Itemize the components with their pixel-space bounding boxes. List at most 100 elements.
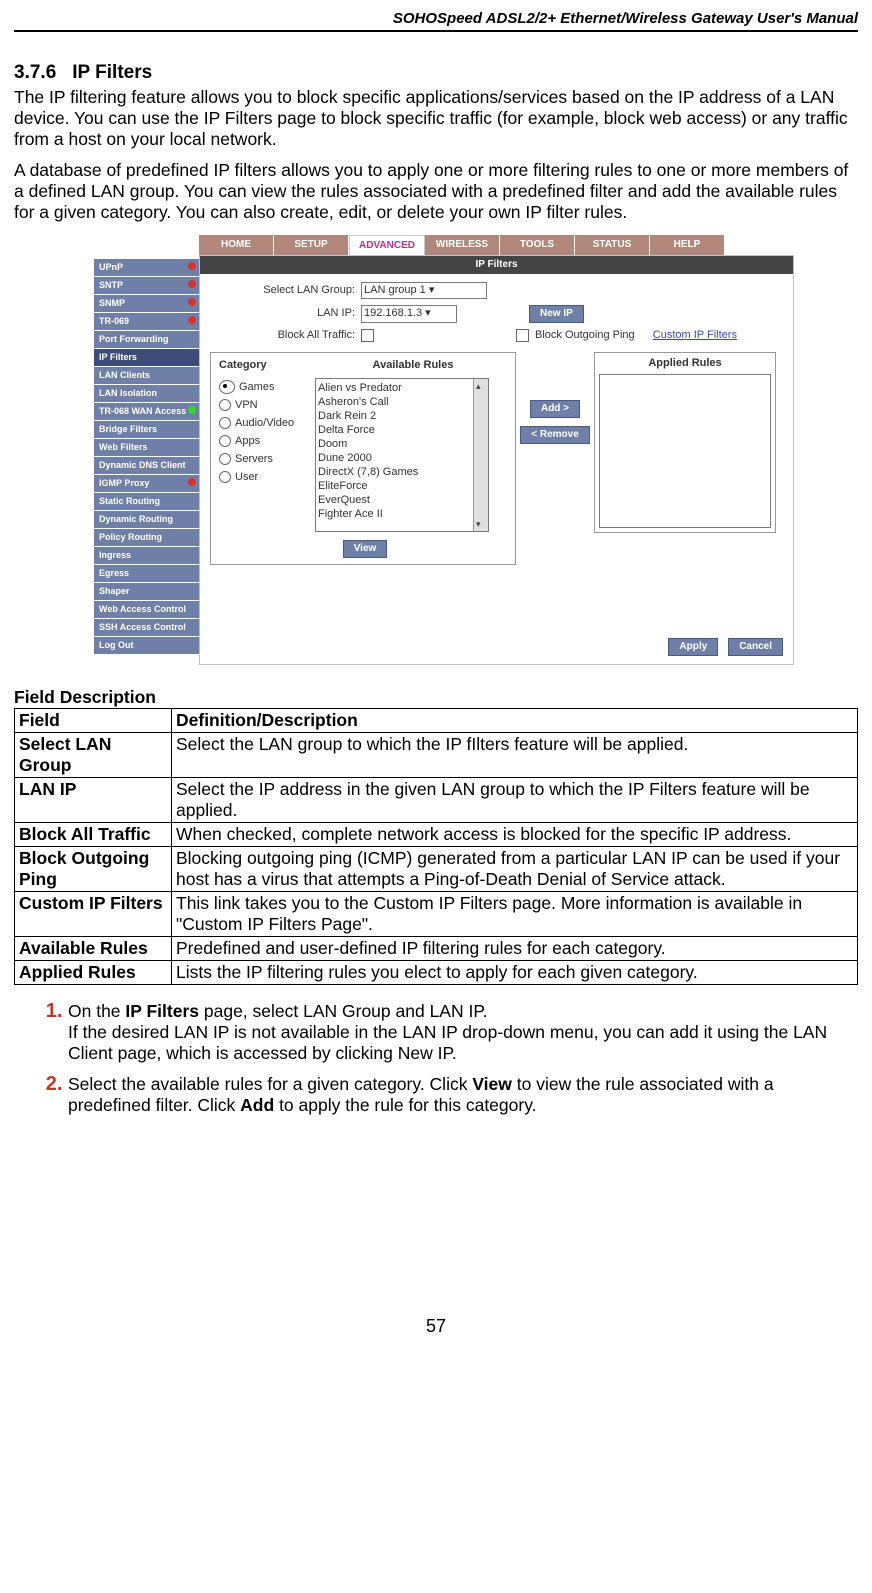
intro-paragraph-1: The IP filtering feature allows you to b… [14,87,858,150]
scrollbar[interactable] [473,379,488,531]
view-button[interactable]: View [343,540,388,558]
list-item[interactable]: DirectX (7,8) Games [318,465,486,479]
apply-button[interactable]: Apply [668,638,718,656]
table-row: Select LAN GroupSelect the LAN group to … [15,732,858,777]
tab-advanced[interactable]: ADVANCED [349,235,425,255]
status-dot-icon [188,298,196,306]
sidebar-item-ingress[interactable]: Ingress [94,547,199,565]
tab-status[interactable]: STATUS [575,235,650,255]
list-item[interactable]: Dark Rein 2 [318,409,486,423]
table-row: Block All TrafficWhen checked, complete … [15,822,858,846]
radio-icon [219,471,231,483]
category-user[interactable]: User [219,468,311,486]
category-apps[interactable]: Apps [219,432,311,450]
sidebar-item-snmp[interactable]: SNMP [94,295,199,313]
status-dot-icon [188,262,196,270]
custom-ip-filters-link[interactable]: Custom IP Filters [653,329,737,342]
table-row: Available RulesPredefined and user-defin… [15,936,858,960]
block-outgoing-checkbox[interactable] [516,329,529,342]
panel-title: IP Filters [200,256,793,274]
list-item[interactable]: EliteForce [318,479,486,493]
category-header: Category [219,359,315,372]
add-button[interactable]: Add > [530,400,580,418]
step-1: On the IP Filters page, select LAN Group… [68,999,858,1064]
table-row: Block Outgoing PingBlocking outgoing pin… [15,846,858,891]
sidebar-item-egress[interactable]: Egress [94,565,199,583]
category-av[interactable]: Audio/Video [219,414,311,432]
radio-icon [219,453,231,465]
sidebar-item-tr068[interactable]: TR-068 WAN Access [94,403,199,421]
sidebar-item-upnp[interactable]: UPnP [94,259,199,277]
sidebar-item-ssh-access[interactable]: SSH Access Control [94,619,199,637]
block-all-label: Block All Traffic: [210,329,355,342]
remove-button[interactable]: < Remove [520,426,590,444]
tab-wireless[interactable]: WIRELESS [425,235,500,255]
status-dot-icon [188,280,196,288]
tab-home[interactable]: HOME [199,235,274,255]
section-title: 3.7.6 IP Filters [14,62,858,85]
block-outgoing-label: Block Outgoing Ping [535,329,635,342]
applied-rules-list[interactable] [599,374,771,528]
sidebar-item-lan-clients[interactable]: LAN Clients [94,367,199,385]
sidebar-item-logout[interactable]: Log Out [94,637,199,655]
main-panel: IP Filters Select LAN Group: LAN group 1… [199,255,794,665]
sidebar-item-ddns[interactable]: Dynamic DNS Client [94,457,199,475]
available-header: Available Rules [315,359,511,372]
th-field: Field [15,708,172,732]
list-item[interactable]: Dune 2000 [318,451,486,465]
sidebar-item-igmp[interactable]: IGMP Proxy [94,475,199,493]
select-lan-group-dropdown[interactable]: LAN group 1 ▾ [361,282,487,299]
list-item[interactable]: Fighter Ace II [318,507,486,521]
field-description-title: Field Description [14,687,858,708]
radio-icon [219,399,231,411]
ui-screenshot: HOME SETUP ADVANCED WIRELESS TOOLS STATU… [94,235,794,665]
list-item[interactable]: Doom [318,437,486,451]
category-vpn[interactable]: VPN [219,396,311,414]
sidebar-item-lan-isolation[interactable]: LAN Isolation [94,385,199,403]
new-ip-button[interactable]: New IP [529,305,584,323]
lan-ip-label: LAN IP: [210,307,355,320]
sidebar-item-dynamic-routing[interactable]: Dynamic Routing [94,511,199,529]
list-item[interactable]: EverQuest [318,493,486,507]
tab-help[interactable]: HELP [650,235,725,255]
available-rules-list[interactable]: Alien vs Predator Asheron's Call Dark Re… [315,378,489,532]
status-dot-icon [188,316,196,324]
page-number: 57 [14,1316,858,1338]
sidebar-item-bridge-filters[interactable]: Bridge Filters [94,421,199,439]
status-dot-icon [188,406,196,414]
table-row: Applied RulesLists the IP filtering rule… [15,960,858,984]
category-list: Games VPN Audio/Video Apps Servers User [219,378,311,532]
sidebar: UPnP SNTP SNMP TR-069 Port Forwarding IP… [94,259,199,665]
list-item[interactable]: Alien vs Predator [318,381,486,395]
category-games[interactable]: Games [219,378,311,396]
steps-list: On the IP Filters page, select LAN Group… [14,999,858,1116]
lan-ip-dropdown[interactable]: 192.168.1.3 ▾ [361,305,457,322]
block-all-checkbox[interactable] [361,329,374,342]
applied-rules-group: Applied Rules [594,352,776,533]
sidebar-item-policy-routing[interactable]: Policy Routing [94,529,199,547]
sidebar-item-web-filters[interactable]: Web Filters [94,439,199,457]
radio-icon [219,417,231,429]
list-item[interactable]: Asheron's Call [318,395,486,409]
category-servers[interactable]: Servers [219,450,311,468]
cancel-button[interactable]: Cancel [728,638,783,656]
list-item[interactable]: Delta Force [318,423,486,437]
sidebar-item-static-routing[interactable]: Static Routing [94,493,199,511]
sidebar-item-tr069[interactable]: TR-069 [94,313,199,331]
th-definition: Definition/Description [172,708,858,732]
sidebar-item-ip-filters[interactable]: IP Filters [94,349,199,367]
field-description-table: Field Definition/Description Select LAN … [14,708,858,985]
step-2: Select the available rules for a given c… [68,1072,858,1116]
section-number: 3.7.6 [14,62,56,83]
sidebar-item-shaper[interactable]: Shaper [94,583,199,601]
sidebar-item-port-forwarding[interactable]: Port Forwarding [94,331,199,349]
tab-tools[interactable]: TOOLS [500,235,575,255]
section-name: IP Filters [72,62,152,83]
top-tabs: HOME SETUP ADVANCED WIRELESS TOOLS STATU… [199,235,794,255]
table-row: Custom IP FiltersThis link takes you to … [15,891,858,936]
sidebar-item-web-access[interactable]: Web Access Control [94,601,199,619]
tab-setup[interactable]: SETUP [274,235,349,255]
sidebar-item-sntp[interactable]: SNTP [94,277,199,295]
intro-paragraph-2: A database of predefined IP filters allo… [14,160,858,223]
table-row: LAN IPSelect the IP address in the given… [15,777,858,822]
